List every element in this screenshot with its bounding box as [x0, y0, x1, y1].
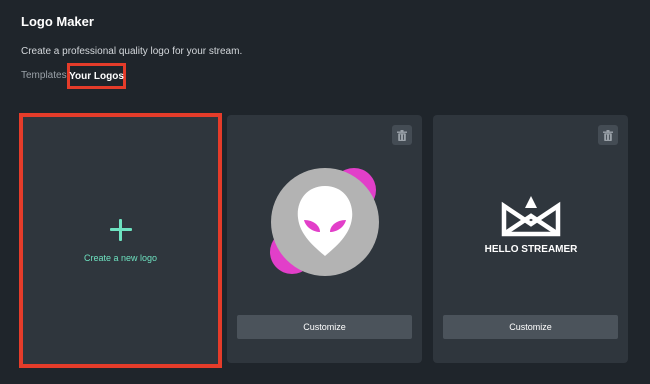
page-subtitle: Create a professional quality logo for y… — [21, 46, 243, 57]
delete-logo-button[interactable] — [392, 125, 412, 145]
logo-card-hello-streamer: HELLO STREAMER Customize — [433, 115, 628, 363]
create-new-logo-label: Create a new logo — [83, 252, 158, 263]
trash-icon — [397, 129, 407, 141]
logo-card-alien: Customize — [227, 115, 422, 363]
logo-maker-page: Logo Maker Create a professional quality… — [0, 0, 650, 384]
logo-preview: HELLO STREAMER — [433, 145, 628, 305]
crown-icon: HELLO STREAMER — [484, 196, 578, 255]
logo-preview — [227, 145, 422, 305]
create-new-logo-card[interactable]: Create a new logo — [19, 113, 222, 368]
page-title: Logo Maker — [21, 14, 94, 29]
tab-your-logos-label: Your Logos — [69, 70, 124, 82]
alien-head-icon — [269, 168, 379, 276]
tab-templates[interactable]: Templates — [21, 70, 67, 81]
customize-button[interactable]: Customize — [237, 315, 412, 339]
logo-text: HELLO STREAMER — [484, 244, 578, 255]
customize-button[interactable]: Customize — [443, 315, 618, 339]
trash-icon — [603, 129, 613, 141]
plus-icon — [109, 218, 132, 241]
delete-logo-button[interactable] — [598, 125, 618, 145]
tab-your-logos[interactable]: Your Logos — [67, 63, 126, 89]
